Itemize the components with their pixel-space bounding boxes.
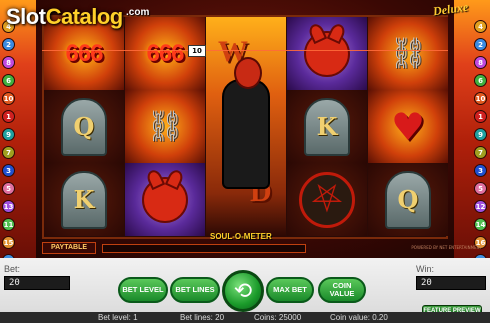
powered-by-text: POWERED BY NET ENTERTAINMENT: [411, 245, 482, 250]
soul-o-meter-bar: [102, 243, 307, 253]
payline-badge[interactable]: 10: [474, 92, 487, 105]
payline-badge[interactable]: 13: [2, 200, 15, 213]
payline-badge[interactable]: 9: [474, 128, 487, 141]
symbol-cell: ⛓: [125, 90, 205, 163]
heart-icon: ♥: [390, 104, 426, 149]
symbol-tombstone-q: Q: [61, 97, 107, 156]
max-bet-button[interactable]: MAX BET: [266, 277, 314, 303]
wild-devil-figure: [222, 57, 270, 189]
status-bet-lines: Bet lines: 20: [180, 313, 225, 322]
payline-badge[interactable]: 6: [474, 74, 487, 87]
status-coins: Coins: 25000: [254, 313, 302, 322]
symbol-tombstone-q: Q: [385, 170, 431, 229]
payline-badge[interactable]: 1: [474, 110, 487, 123]
soul-o-meter-label: SOUL-O-METER: [210, 232, 272, 241]
symbol-cell: ⛧: [287, 163, 367, 236]
watermark-logo: SlotCatalog: [6, 4, 123, 29]
payline-badge[interactable]: 11: [2, 218, 15, 231]
game-area: 428610197351311151719 428610197351214161…: [0, 0, 490, 258]
symbol-666: 666: [146, 39, 184, 67]
symbol-tombstone-k: K: [304, 97, 350, 156]
payline-badge[interactable]: 7: [474, 146, 487, 159]
payline-badge[interactable]: 8: [474, 56, 487, 69]
symbol-cell: ♥: [368, 90, 448, 163]
pentagram-icon: ⛧: [299, 171, 355, 228]
win-value-display: 20: [416, 276, 486, 290]
bet-level-button[interactable]: BET LEVEL: [118, 277, 168, 303]
symbol-cell: K: [287, 90, 367, 163]
symbol-666: 666: [65, 39, 103, 67]
left-payline-badges: 428610197351311151719: [2, 20, 16, 258]
payline-badge[interactable]: 14: [474, 218, 487, 231]
payline-badge[interactable]: 1: [2, 110, 15, 123]
symbol-cell: [287, 17, 367, 90]
symbol-cell: Q: [368, 163, 448, 236]
symbol-cell: [125, 163, 205, 236]
symbol-cell: K: [44, 163, 124, 236]
devil-icon: [142, 176, 188, 223]
status-coin-value: Coin value: 0.20: [330, 313, 388, 322]
paytable-button[interactable]: PAYTABLE: [42, 242, 97, 254]
spin-button[interactable]: ⟲: [222, 270, 264, 312]
symbol-tombstone-k: K: [61, 170, 107, 229]
payline-badge[interactable]: 2: [474, 38, 487, 51]
win-label: Win:: [416, 264, 434, 274]
bet-value-display: 20: [4, 276, 70, 290]
payline-badge[interactable]: 5: [474, 182, 487, 195]
status-bar: [0, 312, 490, 323]
watermark-suffix: .com: [126, 7, 150, 18]
bet-label: Bet:: [4, 264, 21, 274]
symbol-cell: Q: [44, 90, 124, 163]
payline-badge[interactable]: 6: [2, 74, 15, 87]
payline-badge[interactable]: 5: [2, 182, 15, 195]
payline-badge[interactable]: 3: [2, 164, 15, 177]
coin-value-button[interactable]: COIN VALUE: [318, 277, 366, 303]
handcuffs-icon: ⛓: [388, 36, 428, 71]
payline-badge[interactable]: 8: [2, 56, 15, 69]
game-bottom-strip: PAYTABLE: [42, 241, 448, 255]
payline-badge[interactable]: 4: [474, 20, 487, 33]
handcuffs-icon: ⛓: [145, 109, 185, 144]
reels-area: 666 Q K 666 ⛓ W I L D K ⛧ ⛓ ♥ Q: [42, 15, 448, 239]
devil-icon: [304, 30, 350, 77]
payline-badge[interactable]: 10: [2, 92, 15, 105]
payline-number-tag: 10: [188, 45, 206, 57]
payline-badge[interactable]: 7: [2, 146, 15, 159]
payline-badge[interactable]: 3: [474, 164, 487, 177]
payline-badge[interactable]: 2: [2, 38, 15, 51]
payline-badge[interactable]: 9: [2, 128, 15, 141]
right-payline-badges: 428610197351214161820: [474, 20, 488, 258]
bet-lines-button[interactable]: BET LINES: [170, 277, 220, 303]
symbol-cell: ⛓: [368, 17, 448, 90]
payline-badge[interactable]: 15: [2, 236, 15, 249]
payline-badge[interactable]: 12: [474, 200, 487, 213]
status-bet-level: Bet level: 1: [98, 313, 138, 322]
payline-10: [42, 50, 448, 51]
